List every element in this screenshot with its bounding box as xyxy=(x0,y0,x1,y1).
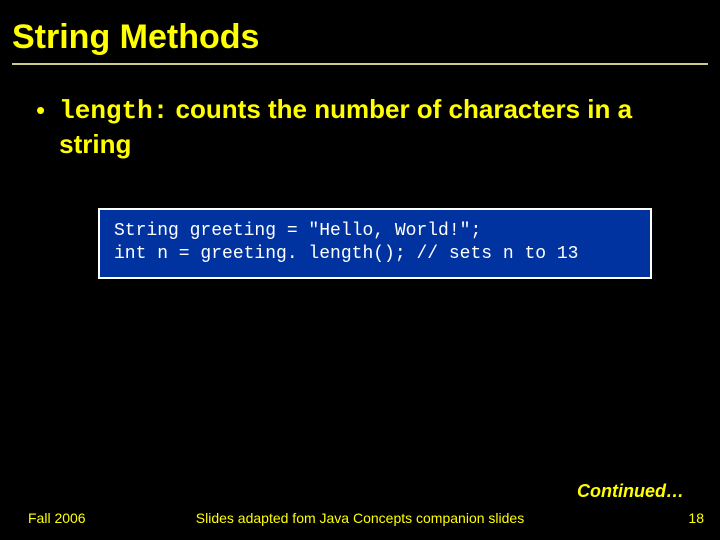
continued-label: Continued… xyxy=(577,481,684,502)
bullet-text: length: counts the number of characters … xyxy=(59,93,678,160)
slide-title: String Methods xyxy=(12,18,708,65)
footer-attribution: Slides adapted fom Java Concepts compani… xyxy=(0,510,720,526)
slide: String Methods • length: counts the numb… xyxy=(0,0,720,540)
bullet-code-word: length: xyxy=(59,96,168,126)
code-block: String greeting = "Hello, World!"; int n… xyxy=(98,208,652,279)
slide-number: 18 xyxy=(688,510,704,526)
bullet-item: • length: counts the number of character… xyxy=(12,93,708,160)
code-text: String greeting = "Hello, World!"; int n… xyxy=(114,220,636,265)
bullet-dot-icon: • xyxy=(36,95,45,126)
